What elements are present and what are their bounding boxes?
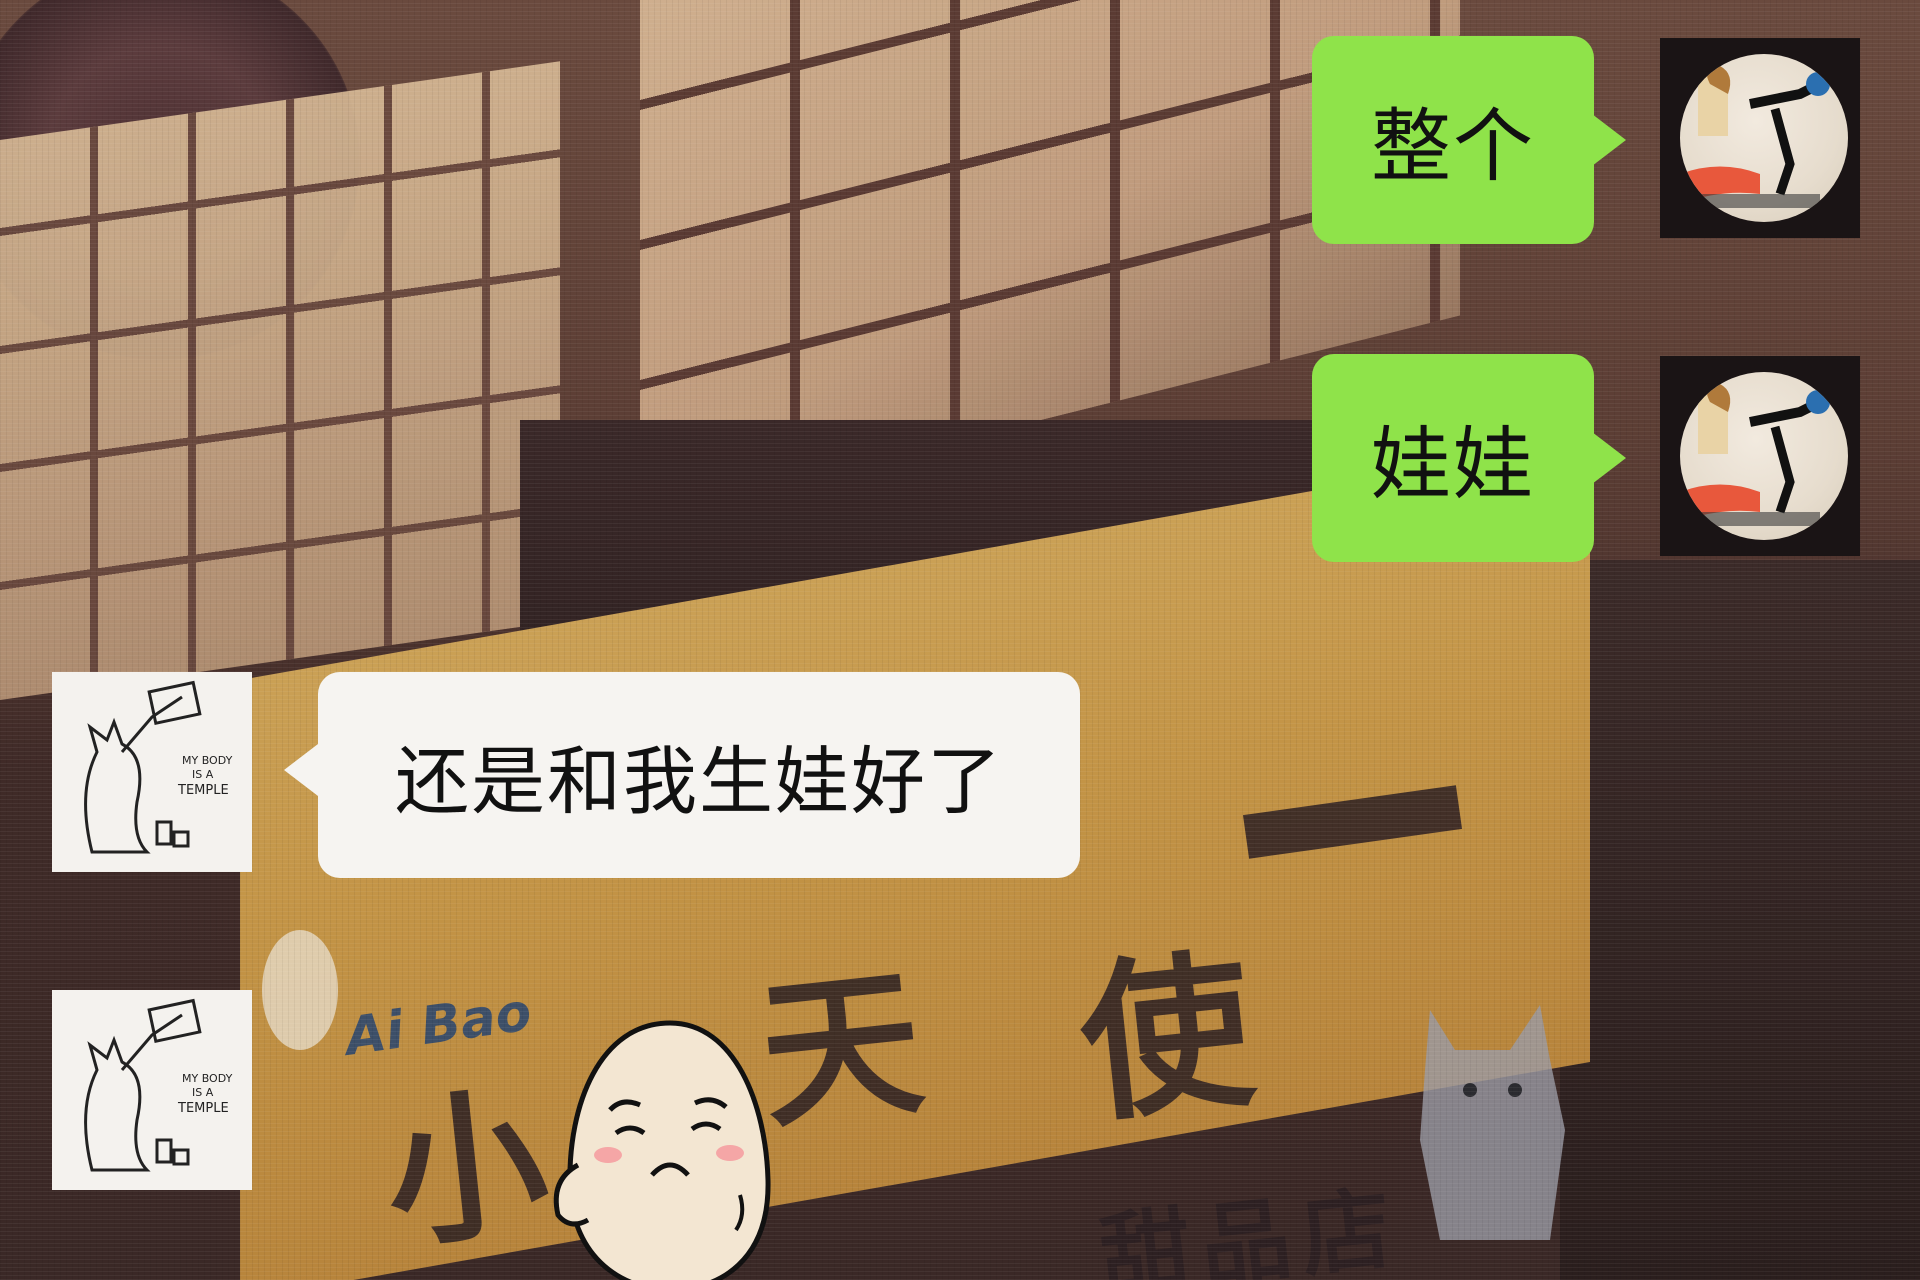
building-wall-left bbox=[0, 61, 560, 701]
svg-text:IS A: IS A bbox=[192, 768, 214, 781]
message-bubble[interactable]: 整个 bbox=[1312, 36, 1594, 244]
sign-char: 品 bbox=[1195, 1185, 1297, 1280]
bubble-tail bbox=[1592, 432, 1626, 484]
background-photo: Ai Bao 小 天 使 甜 品 店 bbox=[0, 0, 1920, 1280]
svg-text:IS A: IS A bbox=[192, 1086, 214, 1099]
message-bubble[interactable]: 娃娃 bbox=[1312, 354, 1594, 562]
cat-sketch-avatar-icon: MY BODY IS A TEMPLE bbox=[84, 680, 233, 854]
shop-shadow bbox=[1560, 560, 1920, 1280]
svg-text:MY BODY: MY BODY bbox=[182, 1072, 233, 1085]
message-bubble[interactable]: 还是和我生娃好了 bbox=[318, 672, 1080, 878]
hand-doodle-icon bbox=[262, 930, 338, 1050]
cat-sketch-avatar-icon: MY BODY IS A TEMPLE bbox=[84, 998, 233, 1172]
bubble-tail bbox=[1592, 114, 1626, 166]
contact-avatar[interactable]: MY BODY IS A TEMPLE bbox=[52, 990, 252, 1190]
user-avatar[interactable] bbox=[1660, 38, 1860, 238]
person-illustration-avatar-icon bbox=[1680, 372, 1848, 540]
person-illustration-avatar-icon bbox=[1680, 54, 1848, 222]
svg-text:TEMPLE: TEMPLE bbox=[177, 1101, 229, 1116]
svg-text:MY BODY: MY BODY bbox=[182, 754, 233, 767]
svg-text:TEMPLE: TEMPLE bbox=[177, 783, 229, 798]
sign-char: 使 bbox=[1071, 929, 1262, 1147]
message-text: 还是和我生娃好了 bbox=[395, 738, 1003, 825]
sign-char: 店 bbox=[1295, 1175, 1397, 1280]
contact-avatar[interactable]: MY BODY IS A TEMPLE bbox=[52, 672, 252, 872]
message-text: 整个 bbox=[1371, 100, 1535, 193]
message-text: 娃娃 bbox=[1371, 418, 1535, 511]
cat-figure-icon bbox=[1420, 1005, 1565, 1240]
bubble-tail bbox=[284, 744, 318, 796]
sign-char: 甜 bbox=[1095, 1195, 1197, 1280]
user-avatar[interactable] bbox=[1660, 356, 1860, 556]
sad-egg-face-sticker-icon[interactable] bbox=[530, 1015, 810, 1280]
